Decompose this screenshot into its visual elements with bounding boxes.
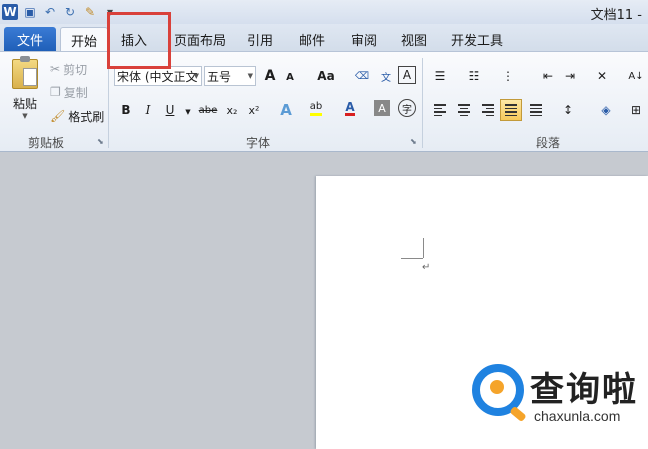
tab-home[interactable]: 开始	[60, 27, 108, 52]
chevron-down-icon[interactable]: ▼	[178, 102, 198, 122]
phonetic-guide-icon[interactable]: 文	[376, 66, 396, 86]
align-center-icon[interactable]	[454, 100, 474, 120]
superscript-button[interactable]: x²	[244, 100, 264, 120]
group-divider	[108, 58, 109, 148]
paste-dropdown-icon[interactable]: ▼	[22, 112, 27, 120]
format-painter-icon[interactable]: ✎	[82, 4, 98, 20]
text-effects-icon[interactable]: A	[276, 100, 296, 120]
clipboard-group-label: 剪贴板	[28, 136, 65, 150]
multilevel-list-icon[interactable]: ⋮	[498, 66, 518, 86]
tab-review[interactable]: 审阅	[344, 27, 384, 51]
copy-label: 复制	[63, 85, 88, 100]
window-title: 文档11 -	[590, 8, 642, 23]
decrease-indent-icon[interactable]: ⇤	[538, 66, 558, 86]
chinese-layout-icon[interactable]: ✕	[592, 66, 612, 86]
sort-icon[interactable]: A↓	[626, 66, 646, 86]
borders-icon[interactable]: ⊞	[626, 100, 646, 120]
paste-label: 粘贴	[12, 96, 37, 111]
insert-tab-highlight	[107, 12, 171, 69]
quick-access-toolbar: W ▣ ↶ ↻ ✎ ▾ 文档11 -	[0, 0, 648, 24]
word-icon: W	[2, 4, 18, 20]
font-group-label: 字体	[246, 136, 271, 150]
clipboard-launcher-icon[interactable]: ⬊	[97, 137, 104, 146]
ribbon: 粘贴 ▼ ✂ 剪切 ❐ 复制 🖌 格式刷 剪贴板 ⬊ 宋体 (中文正文 ▼ 五号…	[0, 51, 648, 152]
format-painter-label: 格式刷	[68, 109, 105, 124]
italic-button[interactable]: I	[138, 100, 158, 120]
paragraph-mark: ↵	[422, 262, 431, 273]
chevron-down-icon: ▼	[193, 72, 199, 80]
tab-references[interactable]: 引用	[240, 27, 280, 51]
chevron-down-icon: ▼	[247, 72, 253, 80]
margin-corner-mark	[401, 258, 423, 259]
bold-button[interactable]: B	[116, 100, 136, 120]
paste-button[interactable]: 粘贴 ▼	[8, 55, 42, 120]
align-right-icon[interactable]	[478, 100, 498, 120]
clear-format-icon[interactable]: ⌫	[352, 66, 372, 86]
undo-icon[interactable]: ↶	[42, 4, 58, 20]
subscript-button[interactable]: x₂	[222, 100, 242, 120]
grow-font-button[interactable]: A	[260, 66, 280, 86]
distributed-icon[interactable]	[526, 100, 546, 120]
tab-page-layout[interactable]: 页面布局	[170, 27, 230, 51]
paragraph-group-label: 段落	[536, 136, 561, 150]
watermark-cn-text: 查询啦	[530, 370, 638, 410]
save-icon[interactable]: ▣	[22, 4, 38, 20]
numbering-icon[interactable]: ☷	[464, 66, 484, 86]
font-size-value: 五号	[207, 69, 232, 84]
tab-view[interactable]: 视图	[394, 27, 434, 51]
redo-icon[interactable]: ↻	[62, 4, 78, 20]
cut-button[interactable]: ✂ 剪切	[50, 60, 87, 78]
bullets-icon[interactable]: ☰	[430, 66, 450, 86]
scissors-icon: ✂	[50, 62, 61, 76]
align-left-icon[interactable]	[430, 100, 450, 120]
tab-mailings[interactable]: 邮件	[292, 27, 332, 51]
copy-button[interactable]: ❐ 复制	[50, 83, 88, 101]
line-spacing-icon[interactable]: ↕	[558, 100, 578, 120]
watermark-logo: 查询啦 chaxunla.com	[472, 360, 648, 430]
margin-corner-mark	[423, 238, 424, 258]
justify-icon[interactable]	[500, 99, 522, 121]
strikethrough-button[interactable]: abe	[196, 100, 220, 120]
font-name-select[interactable]: 宋体 (中文正文 ▼	[114, 66, 202, 86]
highlight-color-icon[interactable]: ab	[306, 98, 326, 118]
ribbon-tabs: 文件 开始 插入 页面布局 引用 邮件 审阅 视图 开发工具	[0, 24, 648, 52]
tab-developer[interactable]: 开发工具	[446, 27, 508, 51]
font-color-icon[interactable]: A	[340, 98, 360, 118]
tab-file[interactable]: 文件	[4, 27, 56, 51]
character-border-icon[interactable]: A	[398, 66, 416, 84]
change-case-button[interactable]: Aa	[312, 66, 340, 86]
font-launcher-icon[interactable]: ⬊	[410, 137, 417, 146]
shrink-font-button[interactable]: A	[280, 67, 300, 87]
font-name-value: 宋体 (中文正文	[117, 69, 198, 84]
copy-icon: ❐	[50, 85, 61, 99]
paste-icon	[12, 55, 38, 89]
enclose-characters-icon[interactable]: 字	[398, 99, 416, 117]
group-divider	[422, 58, 423, 148]
font-size-select[interactable]: 五号 ▼	[204, 66, 256, 86]
watermark-en-text: chaxunla.com	[534, 408, 621, 424]
format-painter-button[interactable]: 🖌 格式刷	[50, 107, 104, 125]
brush-icon: 🖌	[50, 109, 66, 123]
character-shading-icon[interactable]: A	[374, 100, 390, 116]
logo-dot	[490, 380, 504, 394]
cut-label: 剪切	[63, 62, 88, 77]
increase-indent-icon[interactable]: ⇥	[560, 66, 580, 86]
underline-button[interactable]: U	[160, 100, 180, 120]
shading-icon[interactable]: ◈	[596, 100, 616, 120]
